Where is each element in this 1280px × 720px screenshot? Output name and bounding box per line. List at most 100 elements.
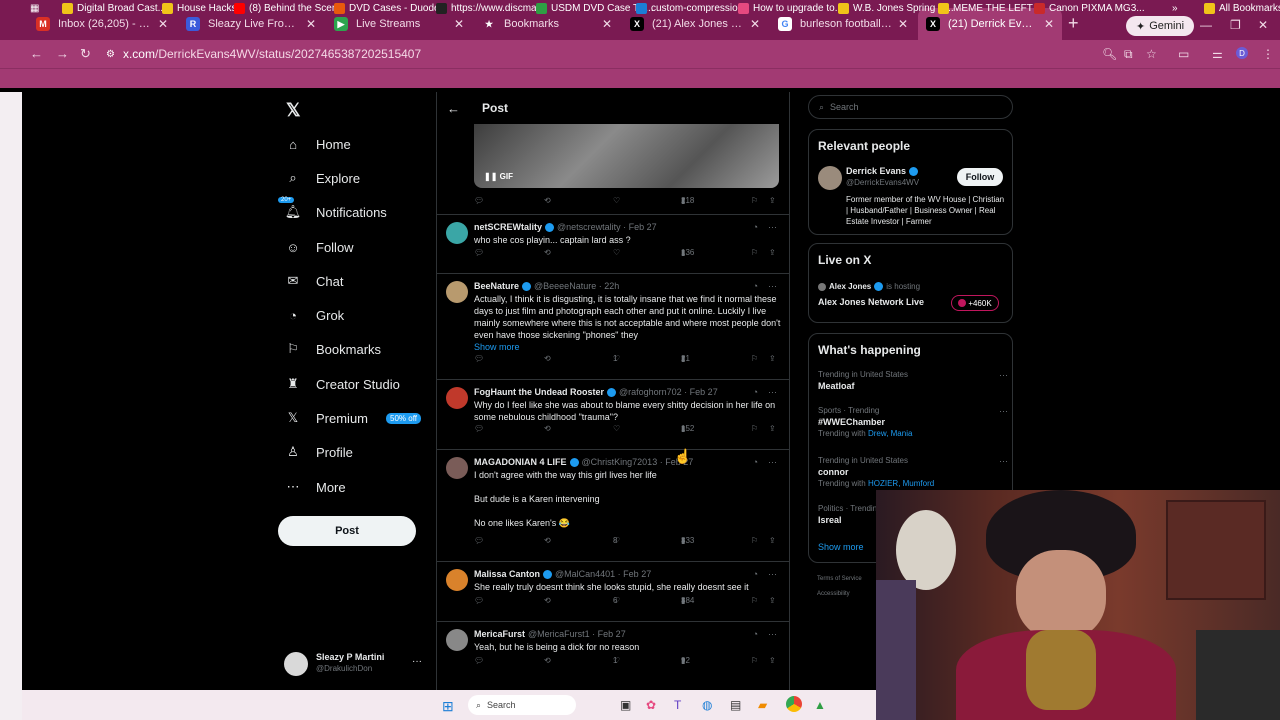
more-icon[interactable]: ··· [768, 281, 777, 291]
reply-author[interactable]: Malissa Canton [474, 569, 540, 579]
bookmark-icon[interactable]: ⚐ [751, 196, 758, 205]
reply-avatar[interactable] [446, 222, 468, 244]
share-icon[interactable]: ⇪ [769, 248, 776, 257]
reply-avatar[interactable] [446, 629, 468, 651]
live-host-row[interactable]: Alex Jones is hosting [818, 282, 920, 291]
forward-icon[interactable]: → [56, 46, 69, 61]
relevant-avatar[interactable] [818, 166, 842, 190]
bookmark-icon[interactable]: ⚐ [751, 248, 758, 257]
share-icon[interactable]: ⇪ [769, 196, 776, 205]
reply-author[interactable]: MericaFurst [474, 629, 525, 639]
minimize-icon[interactable]: — [1200, 18, 1212, 32]
bookmark-item[interactable]: How to upgrade to... [738, 3, 843, 14]
tab-close-icon[interactable]: ✕ [898, 17, 908, 31]
reply-icon[interactable]: 💬︎ [474, 424, 484, 433]
tab-close-icon[interactable]: ✕ [602, 17, 612, 31]
back-icon[interactable]: ← [30, 46, 43, 61]
bookmark-item[interactable]: MEME THE LEFT [938, 3, 1033, 14]
bookmark-item[interactable]: (8) Behind the Scen... [234, 3, 346, 14]
repost-icon[interactable]: ⟲ [544, 596, 551, 605]
tab-close-icon[interactable]: ✕ [750, 17, 760, 31]
bookmarks-overflow-icon[interactable]: » [1172, 3, 1178, 14]
bookmark-item[interactable]: DVD Cases - Duode... [334, 3, 448, 14]
trend-item[interactable]: Sports · Trending #WWEChamber Trending wit… [818, 406, 1008, 438]
grok-icon[interactable]: ◔ [753, 457, 758, 467]
live-show-title[interactable]: Alex Jones Network Live [818, 297, 924, 307]
reply-post[interactable]: MericaFurst @MericaFurst1 · Feb 27 ◔ ··· Yea… [437, 621, 789, 681]
bookmark-item[interactable]: https://www.discma... [436, 3, 545, 14]
trend-with-links[interactable]: HOZIER, Mumford [868, 479, 934, 488]
live-listeners[interactable]: +460K [951, 295, 999, 311]
footer-accessibility[interactable]: Accessibility [817, 591, 850, 597]
reply-show-more[interactable]: Show more [474, 341, 782, 353]
tab-close-icon[interactable]: ✕ [454, 17, 464, 31]
nav-item-profile[interactable]: ♙ Profile [284, 443, 353, 461]
bookmark-icon[interactable]: ⚐ [751, 656, 758, 665]
share-icon[interactable]: ⇪ [769, 536, 776, 545]
reply-icon[interactable]: 💬︎ [474, 656, 484, 665]
reply-avatar[interactable] [446, 387, 468, 409]
nav-item-explore[interactable]: ⌕ Explore [284, 169, 360, 187]
pause-icon[interactable]: ❚❚ [484, 172, 497, 181]
taskbar-search[interactable]: ⌕ Search [468, 695, 576, 715]
bookmark-item[interactable]: W.B. Jones Spring C... [838, 3, 954, 14]
reply-icon[interactable]: 💬︎ [474, 196, 484, 205]
trend-more-icon[interactable]: ··· [999, 370, 1008, 380]
reply-icon[interactable]: 💬︎ [474, 248, 484, 257]
x-logo-icon[interactable]: 𝕏 [286, 100, 301, 121]
reply-avatar[interactable] [446, 457, 468, 479]
footer-terms[interactable]: Terms of Service [817, 576, 862, 582]
grok-icon[interactable]: ◔ [753, 569, 758, 579]
apps-icon[interactable]: ▦ [30, 3, 39, 14]
share-icon[interactable]: ⇪ [769, 596, 776, 605]
trend-item[interactable]: Trending in United States Meatloaf ··· [818, 370, 1008, 391]
grok-icon[interactable]: ◔ [753, 629, 758, 639]
nav-item-notifications[interactable]: 🔔︎ Notifications 20+ [278, 197, 387, 221]
repost-icon[interactable]: ⟲ [544, 196, 551, 205]
reply-icon[interactable]: 💬︎ [474, 596, 484, 605]
more-icon[interactable]: ··· [768, 569, 777, 579]
reply-author[interactable]: netSCREWtality [474, 222, 542, 232]
bookmark-icon[interactable]: ⚐ [751, 596, 758, 605]
reply-icon[interactable]: 💬︎ [474, 536, 484, 545]
tab-close-icon[interactable]: ✕ [1044, 17, 1054, 31]
edge-icon[interactable]: ◍ [702, 698, 712, 712]
nav-item-bookmarks[interactable]: ⚐ Bookmarks [284, 340, 381, 358]
trend-more-icon[interactable]: ··· [999, 406, 1008, 416]
url-field[interactable]: ⚙ x.com/DerrickEvans4WV/status/2027465387… [106, 44, 1106, 64]
extensions-icon[interactable]: ⚌ [1212, 47, 1223, 61]
app-icon[interactable]: ▲ [814, 698, 826, 712]
explorer-icon[interactable]: ▰ [758, 698, 767, 712]
maximize-icon[interactable]: ❐ [1230, 18, 1241, 32]
bookmark-item[interactable]: Canon PIXMA MG3... [1034, 3, 1145, 14]
repost-icon[interactable]: ⟲ [544, 248, 551, 257]
bookmark-icon[interactable]: ⚐ [751, 536, 758, 545]
profile-avatar[interactable]: D [1236, 47, 1248, 59]
post-button[interactable]: Post [278, 516, 416, 546]
reply-author[interactable]: BeeNature [474, 281, 519, 291]
share-icon[interactable]: ⇪ [769, 656, 776, 665]
share-icon[interactable]: ⇪ [769, 354, 776, 363]
bookmark-item[interactable]: Digital Broad Cast... [62, 3, 166, 14]
new-tab-button[interactable]: + [1068, 13, 1079, 34]
copilot-icon[interactable]: ✿ [646, 698, 656, 712]
reply-author[interactable]: FogHaunt the Undead Rooster [474, 387, 604, 397]
reply-post[interactable]: Malissa Canton @MalCan4401 · Feb 27 ◔ ··· Sh… [437, 561, 789, 621]
tab-close-icon[interactable]: ✕ [158, 17, 168, 31]
reply-post[interactable]: BeeNature @BeeeeNature · 22h ◔ ··· Actually,… [437, 273, 789, 379]
nav-item-home[interactable]: ⌂ Home [284, 135, 351, 153]
all-bookmarks[interactable]: All Bookmarks [1204, 3, 1280, 14]
grok-icon[interactable]: ◔ [753, 281, 758, 291]
share-icon[interactable]: ⇪ [769, 424, 776, 433]
nav-item-more[interactable]: ⋯ More [284, 478, 346, 496]
trend-with-links[interactable]: Drew, Mania [868, 429, 912, 438]
reply-post[interactable]: netSCREWtality @netscrewtality · Feb 27 ◔ ·… [437, 214, 789, 273]
menu-icon[interactable]: ⋮ [1262, 47, 1274, 61]
taskview-icon[interactable]: ▣ [620, 698, 631, 712]
search-input[interactable]: ⌕ Search [808, 95, 1013, 119]
nav-item-grok[interactable]: ◔ Grok [284, 306, 344, 324]
repost-icon[interactable]: ⟲ [544, 656, 551, 665]
relevant-name-row[interactable]: Derrick Evans [846, 166, 919, 176]
reply-post[interactable]: MAGADONIAN 4 LIFE @ChristKing72013 · Feb … [437, 449, 789, 561]
gif-media[interactable]: ❚❚ GIF [474, 124, 779, 188]
